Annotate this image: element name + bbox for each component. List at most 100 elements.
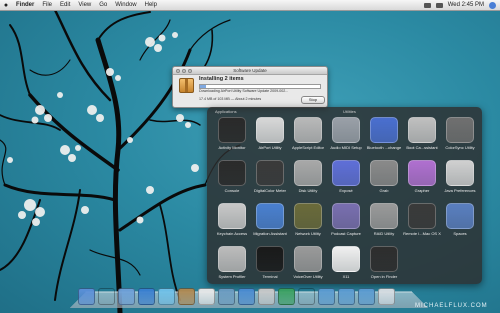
address-book-icon[interactable]: [178, 288, 195, 305]
menu-file[interactable]: File: [38, 2, 56, 8]
x11-icon: [332, 246, 360, 272]
trash-icon[interactable]: [378, 288, 395, 305]
stack-item-label: Network Utility: [295, 231, 321, 236]
stack-item[interactable]: AirPort Utility: [249, 115, 291, 150]
download-status: Downloading AirPort Utility Software Upd…: [199, 89, 289, 93]
menu-window[interactable]: Window: [111, 2, 140, 8]
stack-item[interactable]: Migration Assistant: [249, 201, 291, 236]
colorsync-icon: [446, 117, 474, 143]
zoom-icon[interactable]: [188, 68, 192, 73]
downloads-stack-icon[interactable]: [318, 288, 335, 305]
stack-item-label: Bluetooth ...change: [366, 145, 402, 150]
stack-item[interactable]: AppleScript Editor: [287, 115, 329, 150]
colormeter-icon: [256, 160, 284, 186]
dashboard-icon[interactable]: [98, 288, 115, 305]
stack-item-label: Disk Utility: [298, 188, 318, 193]
volume-icon[interactable]: [435, 2, 443, 8]
menu-edit[interactable]: Edit: [56, 2, 74, 8]
stack-item[interactable]: Open in Finder: [363, 244, 405, 279]
stack-item[interactable]: DigitalColor Meter: [249, 158, 291, 193]
safari-icon[interactable]: [138, 288, 155, 305]
system-prefs-icon[interactable]: [298, 288, 315, 305]
stack-item[interactable]: X11: [325, 244, 367, 279]
menu-bar: ● Finder File Edit View Go Window Help W…: [0, 0, 500, 11]
stack-item[interactable]: System Profiler: [211, 244, 253, 279]
stack-item[interactable]: Network Utility: [287, 201, 329, 236]
iphoto-icon[interactable]: [218, 288, 235, 305]
podcast-icon: [332, 203, 360, 229]
stack-item[interactable]: Bluetooth ...change: [363, 115, 405, 150]
ichat-icon[interactable]: [158, 288, 175, 305]
stack-item[interactable]: Remote I...Mac OS X: [401, 201, 443, 236]
finder-icon[interactable]: [78, 288, 95, 305]
stack-item[interactable]: Console: [211, 158, 253, 193]
install-heading: Installing 2 items: [199, 76, 244, 82]
mail-icon[interactable]: [118, 288, 135, 305]
stack-item-label: Java Preferences: [444, 188, 476, 193]
stack-item[interactable]: Spaces: [439, 201, 481, 236]
airport-status-icon[interactable]: [423, 2, 431, 8]
window-title: Software Update: [233, 68, 267, 73]
apple-menu-icon[interactable]: ●: [0, 2, 12, 9]
stack-item-label: AirPort Utility: [258, 145, 282, 150]
time-machine-icon[interactable]: [278, 288, 295, 305]
stack-item-label: DigitalColor Meter: [253, 188, 286, 193]
stack-item[interactable]: Grapher: [401, 158, 443, 193]
terminal-icon: [256, 246, 284, 272]
dock: [78, 288, 395, 305]
watermark: MICHAELFLUX.COM: [415, 303, 488, 309]
window-titlebar[interactable]: Software Update: [173, 67, 327, 75]
airport-icon: [256, 117, 284, 143]
midi-icon: [332, 117, 360, 143]
stack-item-label: Podcast Capture: [331, 231, 361, 236]
console-icon: [218, 160, 246, 186]
utilities-stack-grid: Applications Utilities Activity Monitor A…: [207, 107, 482, 284]
stack-item-label: Exposé: [339, 188, 353, 193]
menu-clock[interactable]: Wed 2:45 PM: [448, 2, 484, 8]
download-detail: 17.4 MB of 103 MB — About 2 minutes: [199, 97, 262, 101]
progress-fill: [200, 85, 206, 88]
close-icon[interactable]: [176, 68, 180, 73]
stack-item-label: Remote I...Mac OS X: [403, 231, 441, 236]
stack-item[interactable]: Boot Ca...ssistant: [401, 115, 443, 150]
stack-item[interactable]: Java Preferences: [439, 158, 481, 193]
disk-utility-icon: [294, 160, 322, 186]
applescript-icon: [294, 117, 322, 143]
menu-view[interactable]: View: [74, 2, 95, 8]
menu-finder[interactable]: Finder: [12, 2, 38, 8]
stack-item-label: Migration Assistant: [253, 231, 287, 236]
stack-item[interactable]: Audio MIDI Setup: [325, 115, 367, 150]
itunes-icon[interactable]: [238, 288, 255, 305]
system-profiler-icon: [218, 246, 246, 272]
stack-item-label: Terminal: [262, 274, 278, 279]
stack-item[interactable]: ColorSync Utility: [439, 115, 481, 150]
menu-go[interactable]: Go: [95, 2, 111, 8]
stack-item[interactable]: RAID Utility: [363, 201, 405, 236]
stop-button[interactable]: Stop: [301, 96, 325, 104]
applications-stack-icon[interactable]: [358, 288, 375, 305]
preview-icon[interactable]: [258, 288, 275, 305]
stack-item-label: X11: [342, 274, 350, 279]
stack-item[interactable]: VoiceOver Utility: [287, 244, 329, 279]
menu-help[interactable]: Help: [141, 2, 161, 8]
stack-item-label: Grapher: [414, 188, 430, 193]
stack-item-label: ColorSync Utility: [445, 145, 475, 150]
stack-item-label: Grab: [379, 188, 389, 193]
minimize-icon[interactable]: [182, 68, 186, 73]
stack-item[interactable]: Exposé: [325, 158, 367, 193]
grapher-icon: [408, 160, 436, 186]
bootcamp-icon: [408, 117, 436, 143]
documents-stack-icon[interactable]: [338, 288, 355, 305]
spotlight-icon[interactable]: [489, 1, 496, 9]
bluetooth-icon: [370, 117, 398, 143]
stack-item[interactable]: Activity Monitor: [211, 115, 253, 150]
stack-item[interactable]: Terminal: [249, 244, 291, 279]
stack-item[interactable]: Podcast Capture: [325, 201, 367, 236]
network-icon: [294, 203, 322, 229]
ical-icon[interactable]: [198, 288, 215, 305]
raid-icon: [370, 203, 398, 229]
migration-icon: [256, 203, 284, 229]
stack-item[interactable]: Grab: [363, 158, 405, 193]
stack-item[interactable]: Disk Utility: [287, 158, 329, 193]
stack-item[interactable]: Keychain Access: [211, 201, 253, 236]
